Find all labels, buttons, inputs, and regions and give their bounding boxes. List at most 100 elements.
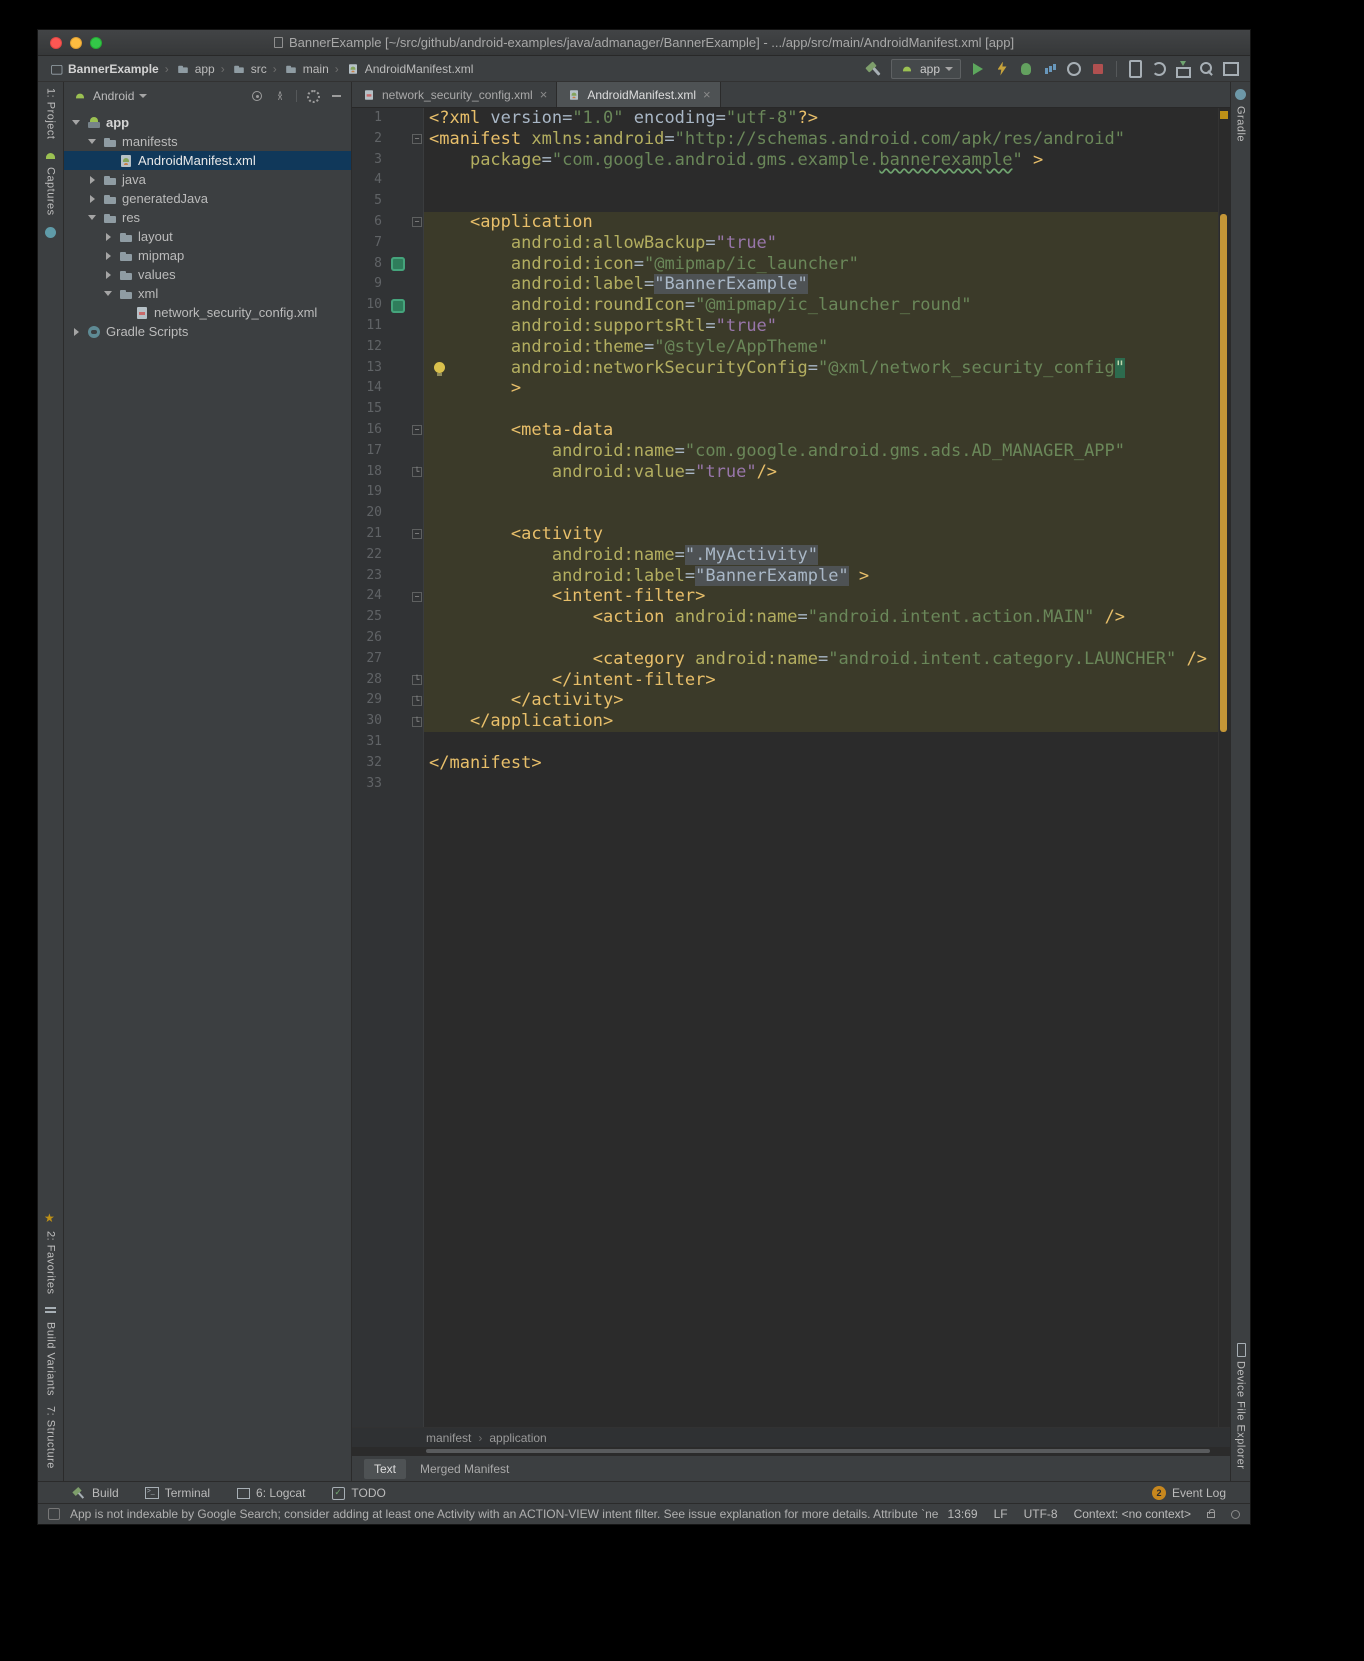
indicator-icon[interactable] [1231, 1510, 1240, 1519]
hide-panel-button[interactable] [329, 89, 343, 103]
sync-project-button[interactable] [1148, 58, 1170, 80]
breadcrumb-item-bannerexample[interactable]: BannerExample [46, 60, 161, 78]
chevron-down-icon[interactable] [86, 215, 98, 220]
code-line-33[interactable]: 33 [352, 774, 1230, 795]
window-layout-button[interactable] [1220, 58, 1242, 80]
breadcrumb-item-main[interactable]: main [281, 60, 331, 78]
code-line-29[interactable]: 29└ </activity> [352, 690, 1230, 711]
tab-androidmanifest-xml[interactable]: AndroidManifest.xml× [557, 82, 720, 107]
code-line-5[interactable]: 5 [352, 191, 1230, 212]
fold-open-icon[interactable]: − [410, 524, 424, 545]
code-line-20[interactable]: 20 [352, 503, 1230, 524]
intention-bulb-icon[interactable] [434, 362, 445, 373]
sdk-manager-button[interactable] [1172, 58, 1194, 80]
tree-item-app[interactable]: app [64, 113, 351, 132]
code-line-17[interactable]: 17 android:name="com.google.android.gms.… [352, 441, 1230, 462]
code-line-1[interactable]: 1<?xml version="1.0" encoding="utf-8"?> [352, 108, 1230, 129]
fold-end-icon[interactable]: └ [410, 711, 424, 732]
view-tab-merged-manifest[interactable]: Merged Manifest [410, 1459, 519, 1479]
code-line-23[interactable]: 23 android:label="BannerExample" > [352, 566, 1230, 587]
breadcrumb-item-app[interactable]: app [173, 60, 217, 78]
lock-icon[interactable] [1207, 1512, 1215, 1518]
tool-button-2-favorites[interactable]: 2: Favorites [44, 1213, 57, 1294]
launcher-icon-preview[interactable] [391, 257, 405, 271]
tool-window-button-todo[interactable]: TODO [331, 1486, 385, 1500]
close-tab-icon[interactable]: × [703, 87, 711, 102]
tree-item-xml[interactable]: xml [64, 284, 351, 303]
fold-end-icon[interactable]: └ [410, 462, 424, 483]
run-config-select[interactable]: app [891, 59, 961, 79]
project-view-selector[interactable]: Android [93, 89, 134, 103]
run-button[interactable] [967, 58, 989, 80]
chevron-right-icon[interactable] [102, 252, 114, 260]
code-line-16[interactable]: 16− <meta-data [352, 420, 1230, 441]
code-line-9[interactable]: 9 android:label="BannerExample" [352, 274, 1230, 295]
code-line-3[interactable]: 3 package="com.google.android.gms.exampl… [352, 150, 1230, 171]
toolwindow-access-icon[interactable] [48, 1508, 60, 1520]
close-tab-icon[interactable]: × [540, 87, 548, 102]
code-line-14[interactable]: 14 > [352, 378, 1230, 399]
tree-item-java[interactable]: java [64, 170, 351, 189]
breadcrumb-application[interactable]: application [489, 1431, 546, 1445]
tool-window-button-terminal[interactable]: Terminal [145, 1486, 210, 1500]
device-manager-button[interactable] [1124, 58, 1146, 80]
chevron-right-icon[interactable] [86, 176, 98, 184]
fold-open-icon[interactable]: − [410, 420, 424, 441]
breadcrumb-item-src[interactable]: src [229, 60, 269, 78]
breadcrumb-item-androidmanifest-xml[interactable]: AndroidManifest.xml [343, 60, 476, 78]
chevron-down-icon[interactable] [86, 139, 98, 144]
status-message[interactable]: App is not indexable by Google Search; c… [70, 1507, 938, 1521]
tool-button-device-file-explorer[interactable]: Device File Explorer [1234, 1343, 1247, 1469]
code-line-19[interactable]: 19 [352, 482, 1230, 503]
tree-item-gradle-scripts[interactable]: Gradle Scripts [64, 322, 351, 341]
fold-end-icon[interactable]: └ [410, 670, 424, 691]
tree-item-mipmap[interactable]: mipmap [64, 246, 351, 265]
stop-button[interactable] [1087, 58, 1109, 80]
highlight-range-marker[interactable] [1220, 214, 1227, 732]
search-everywhere-button[interactable] [1196, 58, 1218, 80]
file-encoding[interactable]: UTF-8 [1024, 1507, 1058, 1521]
chevron-right-icon[interactable] [102, 233, 114, 241]
tool-window-button-build[interactable]: Build [72, 1486, 119, 1500]
build-hammer-button[interactable] [863, 58, 885, 80]
line-separator[interactable]: LF [994, 1507, 1008, 1521]
fold-open-icon[interactable]: − [410, 212, 424, 233]
tool-button-gradle[interactable]: Gradle [1234, 88, 1247, 142]
chevron-right-icon[interactable] [102, 271, 114, 279]
debug-button[interactable] [1015, 58, 1037, 80]
code-line-12[interactable]: 12 android:theme="@style/AppTheme" [352, 337, 1230, 358]
minimize-window-button[interactable] [70, 37, 82, 49]
code-line-4[interactable]: 4 [352, 170, 1230, 191]
profile-button[interactable] [1039, 58, 1061, 80]
tool-window-button-6-logcat[interactable]: 6: Logcat [236, 1486, 305, 1500]
close-window-button[interactable] [50, 37, 62, 49]
tool-button-build-variants[interactable]: Build Variants [44, 1304, 57, 1396]
settings-gear-icon[interactable] [306, 89, 320, 103]
code-line-24[interactable]: 24− <intent-filter> [352, 586, 1230, 607]
code-line-18[interactable]: 18└ android:value="true"/> [352, 462, 1230, 483]
code-line-10[interactable]: 10 android:roundIcon="@mipmap/ic_launche… [352, 295, 1230, 316]
attach-debugger-button[interactable] [1063, 58, 1085, 80]
tree-item-network-security-config-xml[interactable]: network_security_config.xml [64, 303, 351, 322]
tree-item-androidmanifest-xml[interactable]: AndroidManifest.xml [64, 151, 351, 170]
code-line-25[interactable]: 25 <action android:name="android.intent.… [352, 607, 1230, 628]
breadcrumb-manifest[interactable]: manifest [426, 1431, 471, 1445]
locate-file-button[interactable] [250, 89, 264, 103]
tree-item-layout[interactable]: layout [64, 227, 351, 246]
caret-position[interactable]: 13:69 [948, 1507, 978, 1521]
code-line-27[interactable]: 27 <category android:name="android.inten… [352, 649, 1230, 670]
tool-button-captures[interactable]: Captures [44, 149, 57, 216]
code-line-7[interactable]: 7 android:allowBackup="true" [352, 233, 1230, 254]
code-line-30[interactable]: 30└ </application> [352, 711, 1230, 732]
code-line-13[interactable]: 13 android:networkSecurityConfig="@xml/n… [352, 358, 1230, 379]
tool-button-monitor-circle[interactable] [44, 226, 57, 239]
warning-stripe-marker[interactable] [1220, 111, 1228, 119]
chevron-right-icon[interactable] [70, 328, 82, 336]
tool-button-1-project[interactable]: 1: Project [45, 88, 57, 139]
code-line-2[interactable]: 2−<manifest xmlns:android="http://schema… [352, 129, 1230, 150]
code-line-22[interactable]: 22 android:name=".MyActivity" [352, 545, 1230, 566]
code-line-11[interactable]: 11 android:supportsRtl="true" [352, 316, 1230, 337]
chevron-down-icon[interactable] [139, 94, 147, 98]
tab-network-security-config-xml[interactable]: network_security_config.xml× [352, 82, 557, 107]
tree-item-generatedjava[interactable]: generatedJava [64, 189, 351, 208]
